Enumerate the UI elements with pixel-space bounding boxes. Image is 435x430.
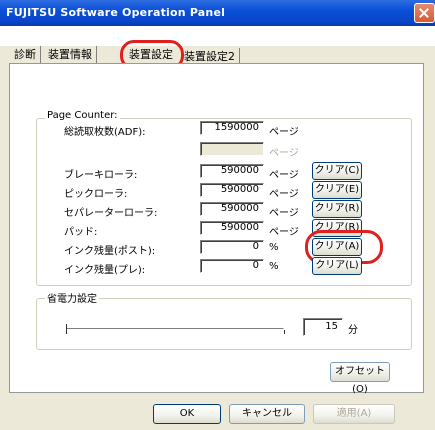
counter-label-adf: 総読取枚数(ADF): — [64, 127, 146, 138]
counter-unit-adf: ページ — [269, 127, 299, 138]
clear-brake-roller-button[interactable]: クリア(C) — [312, 162, 362, 180]
counter-unit-separator-roller: ページ — [269, 208, 299, 219]
counter-label-pick-roller: ピックローラ: — [64, 189, 128, 200]
clear-ink-pre-button[interactable]: クリア(L) — [312, 257, 362, 275]
power-saving-slider[interactable] — [66, 328, 284, 331]
dialog-window: FUJITSU Software Operation Panel 診断 装置情報… — [0, 0, 435, 430]
apply-button[interactable]: 適用(A) — [313, 404, 395, 424]
counter-value-separator-roller: 590000 — [200, 202, 264, 216]
counter-unit-ink-pre: % — [269, 261, 279, 272]
counter-value-ink-pre: 0 — [200, 259, 264, 273]
offset-button[interactable]: オフセット(O) — [330, 362, 390, 395]
cancel-button[interactable]: キャンセル — [229, 404, 305, 424]
window-title: FUJITSU Software Operation Panel — [6, 6, 226, 19]
slider-thumb[interactable] — [66, 324, 67, 334]
counter-label-ink-post: インク残量(ポスト): — [64, 246, 156, 257]
counter-value-brake-roller: 590000 — [200, 164, 264, 178]
counter-label-ink-pre: インク残量(プレ): — [64, 265, 146, 276]
counter-value-pad: 590000 — [200, 221, 264, 235]
counter-value-disabled — [200, 142, 264, 156]
counter-unit-disabled: ページ — [269, 148, 299, 159]
clear-pick-roller-button[interactable]: クリア(E) — [312, 181, 362, 199]
title-bar[interactable]: FUJITSU Software Operation Panel — [0, 0, 435, 26]
counter-label-pad: パッド: — [64, 227, 98, 238]
counter-value-ink-post: 0 — [200, 240, 264, 254]
counter-unit-ink-post: % — [269, 242, 279, 253]
tab-diagnosis[interactable]: 診断 — [14, 46, 41, 63]
power-saving-legend: 省電力設定 — [45, 290, 99, 305]
ok-button[interactable]: OK — [153, 404, 221, 424]
counter-unit-pad: ページ — [269, 227, 299, 238]
counter-unit-pick-roller: ページ — [269, 189, 299, 200]
power-saving-unit: 分 — [348, 325, 358, 336]
tab-device-info[interactable]: 装置情報 — [48, 46, 97, 63]
counter-unit-brake-roller: ページ — [269, 170, 299, 181]
counter-label-separator-roller: セパレーターローラ: — [64, 208, 158, 219]
close-icon[interactable] — [414, 3, 435, 23]
clear-separator-roller-button[interactable]: クリア(R) — [312, 200, 362, 218]
power-saving-value[interactable]: 15 — [303, 318, 343, 336]
page-counter-legend: Page Counter: — [45, 110, 120, 121]
counter-value-pick-roller: 590000 — [200, 183, 264, 197]
counter-label-brake-roller: ブレーキローラ: — [64, 170, 138, 181]
counter-value-adf: 1590000 — [200, 121, 264, 135]
tab-bar — [0, 26, 435, 46]
slider-tick-end — [284, 330, 285, 334]
